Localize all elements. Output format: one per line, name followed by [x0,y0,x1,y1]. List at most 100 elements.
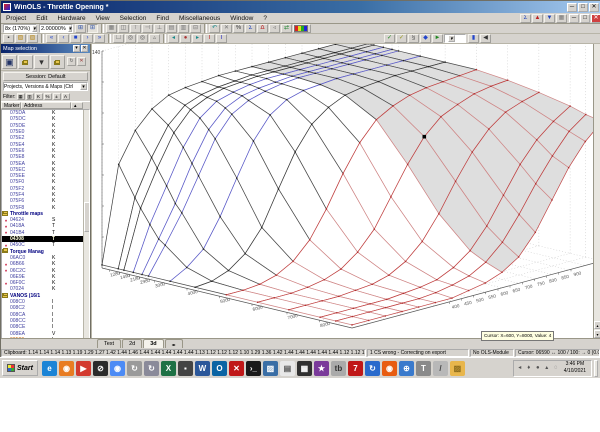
map-3d-view[interactable]: 140 1280 1490 2180 2980 3000 4000 5000 6000 7000 8… [92,0,600,338]
text-decrease-button[interactable]: T [204,34,215,43]
blue-sync-icon[interactable]: ↻ [364,360,380,376]
wrench-app-icon[interactable]: / [432,360,448,376]
align-left-button[interactable]: ◀ [480,34,491,43]
open-map-folder-button[interactable]: ▨ [15,34,26,43]
properties-button[interactable]: ▪ [3,34,14,43]
next-map-button[interactable]: › [82,34,93,43]
explorer-icon[interactable]: ▨ [262,360,278,376]
menu-item-window[interactable]: Window [225,14,258,23]
tab-3d[interactable]: 3d [143,339,164,348]
panel-header[interactable]: Map selection ▾ ✕ [1,44,90,53]
refresh-button[interactable]: ↻ [67,57,76,66]
tray-volume-icon[interactable]: ▴ [543,364,551,372]
maps-overview-button[interactable]: ◆ [420,34,431,43]
surface-chart[interactable]: 1401280149021802980 300040005000600070008… [92,0,600,338]
orange-ring-icon[interactable]: ◉ [381,360,397,376]
open-session-button[interactable] [18,54,33,69]
terminal-icon[interactable]: ›_ [245,360,261,376]
dark-app-icon[interactable]: ▪ [177,360,193,376]
menu-item-help[interactable]: ? [258,14,272,23]
notes-app-icon[interactable]: ▤ [279,360,295,376]
bar-view-button[interactable]: ▮ [468,34,479,43]
chrome-icon[interactable]: ◉ [109,360,125,376]
gamepad-app-icon[interactable]: ▦ [296,360,312,376]
sync-app-icon[interactable]: ↻ [126,360,142,376]
value-scale-combo[interactable]: 2.00000% ▾ [39,24,73,33]
open-project-folder-button[interactable]: ▨ [27,34,38,43]
panel-close-icon[interactable]: ✕ [81,45,88,52]
orange-app-icon[interactable]: ◉ [58,360,74,376]
collapse-button[interactable]: ⊟ [190,24,201,33]
tray-status1-icon[interactable]: ♦ [525,364,533,372]
grid-icon[interactable]: ▦ [556,13,567,23]
tab-scroll-button[interactable]: ◂▸ [164,339,183,348]
excel-icon[interactable]: X [160,360,176,376]
menu-item-hardware[interactable]: Hardware [52,14,90,23]
rows-button[interactable]: ▤ [166,24,177,33]
filter-button[interactable]: A [61,93,70,100]
stop-button[interactable]: ■ [70,34,81,43]
section-button[interactable]: § [408,34,419,43]
difference-button[interactable]: Δ [257,24,268,33]
word-icon[interactable]: W [194,360,210,376]
tree-mode-combo[interactable]: Projects, Versions & Maps (Ctrl ▾ [3,82,88,91]
menu-item-find[interactable]: Find [151,14,174,23]
tray-expand-icon[interactable]: ◂ [516,364,524,372]
close-button[interactable]: ✕ [589,2,599,12]
menu-item-view[interactable]: View [91,14,115,23]
save-session-button[interactable]: ▣ [2,54,17,69]
chevron-down-icon[interactable]: ▾ [80,83,87,90]
delete-button[interactable]: ✕ [221,24,232,33]
import-maps-button[interactable] [50,54,65,69]
folder-app-icon[interactable]: ▨ [449,360,465,376]
swap-axes-button[interactable]: ⇄ [281,24,292,33]
zoom-out-button[interactable]: ◎ [137,34,148,43]
filter-button[interactable]: ▥ [25,93,34,100]
tray-status2-icon[interactable]: ● [534,364,542,372]
mini-combo[interactable]: ▾ [444,34,466,43]
dock-bottom-button[interactable]: ⊥ [154,24,165,33]
run-button[interactable]: ► [432,34,443,43]
scroll-down-icon[interactable]: ▾ [594,330,600,338]
pointer-button[interactable]: ▵ [149,34,160,43]
tb-app-icon[interactable]: tb [330,360,346,376]
colormap-button[interactable] [293,24,311,33]
column-header-address[interactable]: Address [21,102,71,109]
mdi-close-button[interactable]: ✕ [591,13,600,23]
list-header[interactable]: Marker Address ▴ [1,101,90,109]
session-button[interactable]: Session: Default [3,72,88,81]
browser-icon[interactable]: e [41,360,57,376]
up-triangle-icon[interactable]: ▲ [532,13,543,23]
step-left-button[interactable]: ◂ [168,34,179,43]
tab-2d[interactable]: 2d [122,339,143,348]
view-2d-button[interactable]: ⊞ [75,24,86,33]
selection-mode-button[interactable]: ☐ [113,34,124,43]
chevron-down-icon[interactable]: ▾ [67,25,73,32]
grid-view-button[interactable]: ▦ [106,24,117,33]
columns-button[interactable]: ▥ [178,24,189,33]
text-increase-button[interactable]: T [216,34,227,43]
accept-button[interactable]: ✓ [384,34,395,43]
pinball-app-icon[interactable]: ★ [313,360,329,376]
column-header-marker[interactable]: Marker [1,102,21,109]
scroll-up-icon[interactable]: ▴ [594,321,600,329]
chevron-down-icon[interactable]: ▾ [448,35,455,42]
start-button[interactable]: Start [2,360,38,376]
menu-item-miscellaneous[interactable]: Miscellaneous [174,14,225,23]
zoom-level-combo[interactable]: 8x (170%) ▾ [3,24,37,33]
last-map-button[interactable]: » [94,34,105,43]
media-player-icon[interactable]: ▶ [75,360,91,376]
red-x-app-icon[interactable]: ✕ [228,360,244,376]
mdi-minimize-button[interactable]: ─ [569,13,579,23]
menu-item-project[interactable]: Project [1,14,31,23]
undo-button[interactable]: ↶ [209,24,220,33]
maximize-button[interactable]: □ [578,2,588,12]
sync-app2-icon[interactable]: ↻ [143,360,159,376]
column-header-[interactable]: ▴ [71,102,83,109]
globe-app-icon[interactable]: ⊕ [398,360,414,376]
tab-text[interactable]: Text [97,339,122,348]
previous-button[interactable]: ◃ [269,24,280,33]
menu-item-edit[interactable]: Edit [31,14,52,23]
first-map-button[interactable]: « [46,34,57,43]
dock-left-button[interactable]: ⊣ [142,24,153,33]
